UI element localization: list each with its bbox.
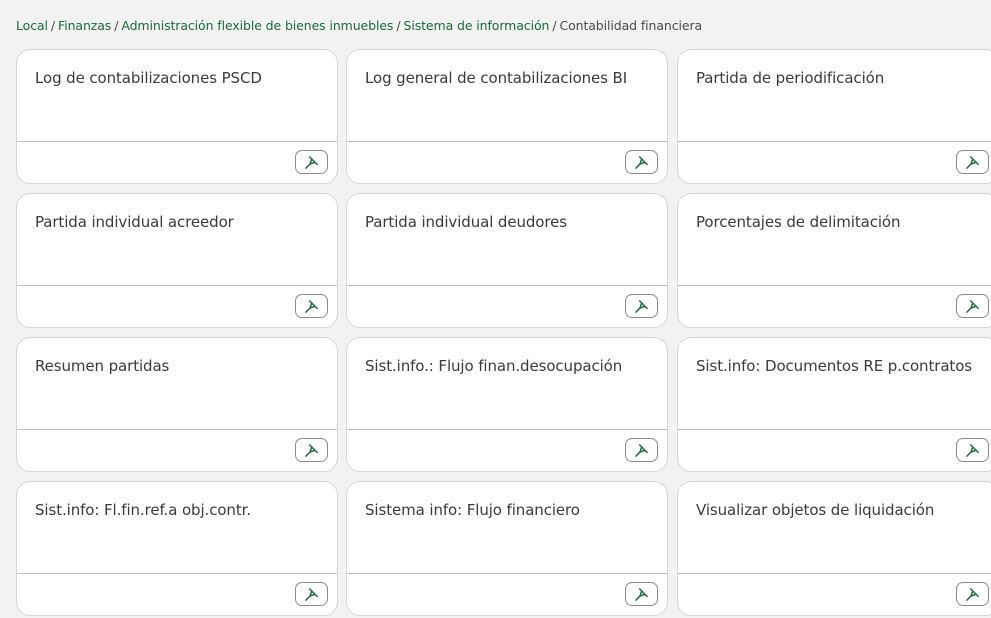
pin-icon xyxy=(305,299,318,313)
pin-icon xyxy=(305,443,318,457)
pin-button[interactable] xyxy=(295,438,328,462)
pin-button[interactable] xyxy=(625,582,658,606)
tile-flujo-finan-desocupacion[interactable]: Sist.info.: Flujo finan.desocupación xyxy=(346,337,668,472)
tile-sistema-info-flujo-financiero[interactable]: Sistema info: Flujo financiero xyxy=(346,481,668,616)
tile-partida-individual-deudores[interactable]: Partida individual deudores xyxy=(346,193,668,328)
pin-icon xyxy=(635,299,648,313)
tile-footer xyxy=(17,573,337,615)
tile-title: Sist.info: Documentos RE p.contratos xyxy=(696,357,972,375)
pin-button[interactable] xyxy=(295,294,328,318)
pin-button[interactable] xyxy=(956,438,989,462)
page: Local / Finanzas / Administración flexible d… xyxy=(0,0,991,618)
tile-footer xyxy=(678,573,991,615)
tile-footer xyxy=(347,573,667,615)
pin-icon xyxy=(966,299,979,313)
tile-footer xyxy=(678,141,991,183)
pin-button[interactable] xyxy=(295,150,328,174)
tile-footer xyxy=(678,429,991,471)
pin-icon xyxy=(635,443,648,457)
tile-footer xyxy=(678,285,991,327)
pin-button[interactable] xyxy=(956,582,989,606)
tile-title: Sist.info: Fl.fin.ref.a obj.contr. xyxy=(35,501,251,519)
tile-log-general-contabilizaciones-bi[interactable]: Log general de contabilizaciones BI xyxy=(346,49,668,184)
tile-title: Partida individual acreedor xyxy=(35,213,234,231)
tile-title: Partida de periodificación xyxy=(696,69,885,87)
tile-title: Sistema info: Flujo financiero xyxy=(365,501,580,519)
tile-title: Log general de contabilizaciones BI xyxy=(365,69,628,87)
tile-fl-fin-ref-obj-contr[interactable]: Sist.info: Fl.fin.ref.a obj.contr. xyxy=(16,481,338,616)
tile-documentos-re-contratos[interactable]: Sist.info: Documentos RE p.contratos xyxy=(677,337,991,472)
tile-footer xyxy=(17,285,337,327)
pin-icon xyxy=(966,587,979,601)
pin-icon xyxy=(305,587,318,601)
tile-title: Resumen partidas xyxy=(35,357,170,375)
pin-button[interactable] xyxy=(956,294,989,318)
tile-resumen-partidas[interactable]: Resumen partidas xyxy=(16,337,338,472)
tile-partida-individual-acreedor[interactable]: Partida individual acreedor xyxy=(16,193,338,328)
pin-icon xyxy=(635,155,648,169)
tile-title: Partida individual deudores xyxy=(365,213,567,231)
tile-grid: Log de contabilizaciones PSCD Log genera… xyxy=(0,0,991,618)
tile-footer xyxy=(347,141,667,183)
pin-button[interactable] xyxy=(295,582,328,606)
tile-title: Log de contabilizaciones PSCD xyxy=(35,69,262,87)
pin-button[interactable] xyxy=(625,294,658,318)
tile-title: Porcentajes de delimitación xyxy=(696,213,901,231)
tile-footer xyxy=(17,429,337,471)
pin-icon xyxy=(966,155,979,169)
tile-log-contabilizaciones-pscd[interactable]: Log de contabilizaciones PSCD xyxy=(16,49,338,184)
pin-icon xyxy=(635,587,648,601)
tile-title: Visualizar objetos de liquidación xyxy=(696,501,935,519)
tile-porcentajes-delimitacion[interactable]: Porcentajes de delimitación xyxy=(677,193,991,328)
tile-partida-periodificacion[interactable]: Partida de periodificación xyxy=(677,49,991,184)
pin-button[interactable] xyxy=(625,438,658,462)
pin-icon xyxy=(305,155,318,169)
tile-footer xyxy=(17,141,337,183)
tile-footer xyxy=(347,285,667,327)
pin-button[interactable] xyxy=(625,150,658,174)
tile-footer xyxy=(347,429,667,471)
pin-button[interactable] xyxy=(956,150,989,174)
tile-visualizar-objetos-liquidacion[interactable]: Visualizar objetos de liquidación xyxy=(677,481,991,616)
tile-title: Sist.info.: Flujo finan.desocupación xyxy=(365,357,623,375)
pin-icon xyxy=(966,443,979,457)
